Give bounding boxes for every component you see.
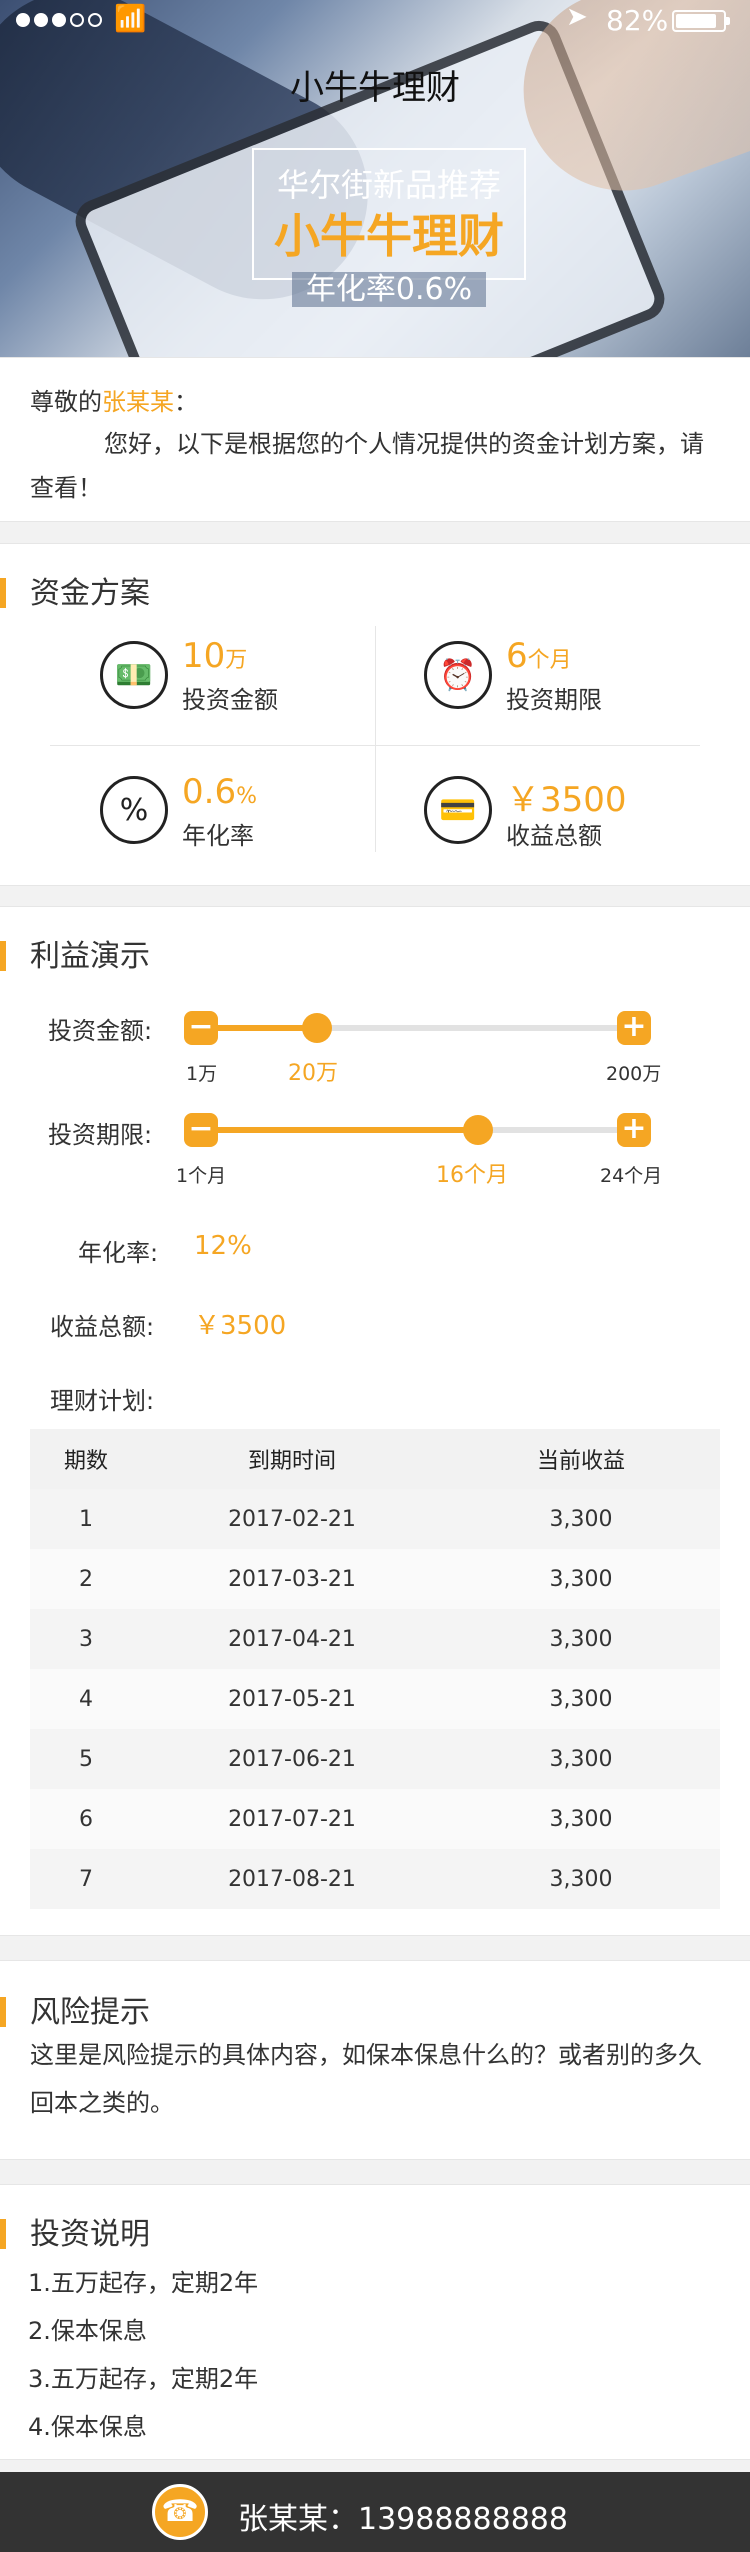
percent-icon: % — [100, 776, 168, 844]
table-row: 3 2017-04-21 3,300 — [30, 1609, 720, 1669]
stat-label: 投资金额 — [182, 686, 278, 714]
stat-value: 0.6% — [182, 772, 257, 812]
income-label: 收益总额: — [50, 1313, 155, 1341]
risk-card: 风险提示 这里是风险提示的具体内容，如保本保息什么的？或者别的多久回本之类的。 — [0, 1960, 750, 2160]
income-value: ￥3500 — [194, 1311, 287, 1341]
table-row: 1 2017-02-21 3,300 — [30, 1489, 720, 1549]
table-row: 7 2017-08-21 3,300 — [30, 1849, 720, 1909]
greeting-message: 您好，以下是根据您的个人情况提供的资金计划方案，请查看！ — [30, 430, 704, 502]
term-label: 投资期限: — [48, 1121, 153, 1149]
customer-name: 张某某 — [102, 388, 174, 416]
divider — [50, 745, 700, 746]
amount-slider-handle[interactable] — [302, 1013, 333, 1043]
amount-max: 200万 — [606, 1063, 662, 1085]
stat-value: ￥3500 — [506, 780, 627, 820]
table-row: 5 2017-06-21 3,300 — [30, 1729, 720, 1789]
section-title: 投资说明 — [0, 2209, 150, 2253]
rate-value: 12% — [194, 1231, 252, 1261]
term-increase-button[interactable]: + — [617, 1113, 651, 1147]
greeting-line: 尊敬的张某某： — [30, 388, 198, 416]
signal-icon — [16, 13, 102, 27]
stat-value: 6个月 — [506, 636, 572, 676]
battery-icon — [672, 10, 730, 32]
stat-label: 投资期限 — [506, 686, 602, 714]
divider — [375, 626, 376, 852]
plan-label: 理财计划: — [50, 1387, 155, 1415]
page-title: 小牛牛理财 — [290, 68, 460, 108]
phone-icon[interactable]: ☎ — [152, 2484, 208, 2540]
stat-label: 年化率 — [182, 822, 254, 850]
table-row: 6 2017-07-21 3,300 — [30, 1789, 720, 1849]
amount-min: 1万 — [186, 1063, 218, 1085]
term-max: 24个月 — [600, 1165, 663, 1187]
risk-text: 这里是风险提示的具体内容，如保本保息什么的？或者别的多久回本之类的。 — [30, 2041, 702, 2117]
table-row: 2 2017-03-21 3,300 — [30, 1549, 720, 1609]
table-row: 4 2017-05-21 3,300 — [30, 1669, 720, 1729]
list-item: 3.五万起存，定期2年 — [28, 2365, 259, 2393]
term-slider-fill — [200, 1127, 478, 1133]
term-decrease-button[interactable]: − — [184, 1113, 218, 1147]
invest-notes-card: 投资说明 1.五万起存，定期2年 2.保本保息 3.五万起存，定期2年 4.保本… — [0, 2184, 750, 2460]
term-current: 16个月 — [436, 1163, 508, 1188]
wifi-icon: 📶 — [114, 4, 147, 34]
list-item: 1.五万起存，定期2年 — [28, 2269, 259, 2297]
contact-text[interactable]: 张某某：13988888888 — [238, 2494, 568, 2538]
rate-label: 年化率: — [78, 1239, 159, 1267]
stat-value: 10万 — [182, 636, 248, 676]
amount-increase-button[interactable]: + — [617, 1011, 651, 1045]
section-title: 资金方案 — [0, 568, 150, 612]
alarm-clock-icon: ⏰ — [424, 641, 492, 709]
promo-line-3: 年化率0.6% — [252, 264, 526, 308]
location-arrow-icon: ➤ — [566, 2, 588, 32]
status-bar: 📶 ➤ 82% — [0, 0, 750, 40]
contact-footer[interactable]: ☎ 张某某：13988888888 — [0, 2472, 750, 2552]
fund-plan-card: 资金方案 💵 10万 投资金额 ⏰ 6个月 投资期限 % 0.6% 年化率 💳 … — [0, 543, 750, 886]
stat-label: 收益总额 — [506, 822, 602, 850]
amount-label: 投资金额: — [48, 1017, 153, 1045]
section-title: 利益演示 — [0, 931, 150, 975]
term-min: 1个月 — [176, 1165, 227, 1187]
promo-line-2: 小牛牛理财 — [274, 209, 504, 263]
hero-banner: 📶 ➤ 82% 小牛牛理财 华尔街新品推荐 小牛牛理财 年化率0.6% — [0, 0, 750, 357]
plan-table: 期数 到期时间 当前收益 1 2017-02-21 3,300 2 2017-03-21… — [30, 1429, 720, 1909]
amount-decrease-button[interactable]: − — [184, 1011, 218, 1045]
wallet-card-icon: 💳 — [424, 776, 492, 844]
greeting-card: 尊敬的张某某： 您好，以下是根据您的个人情况提供的资金计划方案，请查看！ — [0, 357, 750, 522]
benefit-demo-card: 利益演示 投资金额: − + 1万 20万 200万 投资期限: − + 1个月… — [0, 906, 750, 1936]
term-slider-handle[interactable] — [462, 1115, 493, 1145]
table-header: 期数 到期时间 当前收益 — [30, 1429, 720, 1489]
money-stack-icon: 💵 — [100, 641, 168, 709]
section-title: 风险提示 — [0, 1987, 150, 2031]
battery-percent: 82% — [606, 4, 669, 37]
list-item: 2.保本保息 — [28, 2317, 147, 2345]
list-item: 4.保本保息 — [28, 2413, 147, 2441]
amount-current: 20万 — [288, 1061, 338, 1086]
